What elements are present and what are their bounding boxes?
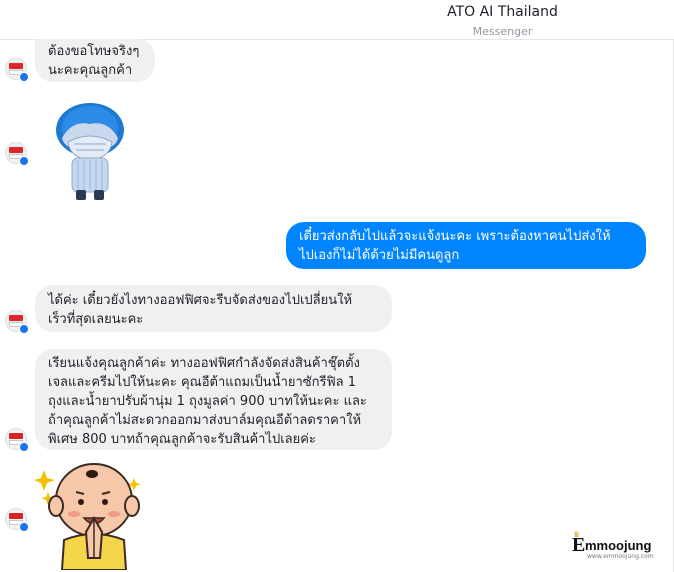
avatar-logo-icon [9, 63, 23, 69]
incoming-message[interactable]: ต้องขอโทษจริงๆ นะคะคุณลูกค้า [35, 39, 155, 82]
message-line: นะคะคุณลูกค้า [48, 63, 133, 78]
messenger-badge-icon [19, 156, 29, 166]
watermark-url: www.emmoojung.com [587, 553, 654, 560]
message-line: ไปเองก็ไม่ได้ด้วยไม่มีคนดูลูก [299, 248, 460, 263]
emmoojung-watermark: ♛ E mmoojung www.emmoojung.com [572, 530, 672, 560]
messenger-badge-icon [19, 442, 29, 452]
conversation-subtitle: Messenger [472, 25, 533, 38]
sender-avatar[interactable] [5, 142, 29, 166]
messenger-badge-icon [19, 324, 29, 334]
watermark-initial: E [572, 534, 586, 556]
avatar-logo-icon [9, 513, 23, 519]
incoming-message[interactable]: เรียนแจ้งคุณลูกค้าค่ะ ทางออฟฟิศกำลังจัดส… [35, 349, 392, 450]
messenger-badge-icon [19, 72, 29, 82]
message-line: เจลและครีมไปให้นะคะ คุณอีต้าแถมเป็นน้ำยา… [48, 375, 357, 390]
message-line: เดี๋ยวส่งกลับไปแล้วจะแจ้งนะคะ เพราะต้องห… [299, 229, 611, 244]
sender-avatar[interactable] [5, 428, 29, 452]
conversation-title[interactable]: ATO AI Thailand [0, 4, 674, 20]
message-line: ได้ค่ะ เดี๋ยวยังไงทางออฟฟิศจะรีบจัดส่งขอ… [48, 293, 353, 308]
message-line: เร็วที่สุดเลยนะคะ [48, 312, 144, 327]
avatar-logo-icon [9, 433, 23, 439]
blue-hair-character-covering-face-sticker[interactable] [52, 100, 128, 206]
bald-man-praying-hands-sticker[interactable] [34, 462, 146, 570]
sender-avatar[interactable] [5, 58, 29, 82]
messenger-badge-icon [19, 522, 29, 532]
message-line: พิเศษ 800 บาทถ้าคุณลูกค้าจะรับสินค้าไปเล… [48, 432, 316, 447]
message-line: ต้องขอโทษจริงๆ [48, 44, 140, 59]
sender-avatar[interactable] [5, 310, 29, 334]
message-line: ถุงและน้ำยาปรับผ้านุ่ม 1 ถุงมูลค่า 900 บ… [48, 394, 367, 409]
message-line: ถ้าคุณลูกค้าไม่สะดวกออกมาส่งบาล์มคุณอีต้… [48, 413, 362, 428]
sender-avatar[interactable] [5, 508, 29, 532]
incoming-message[interactable]: ได้ค่ะ เดี๋ยวยังไงทางออฟฟิศจะรีบจัดส่งขอ… [35, 285, 392, 332]
message-line: เรียนแจ้งคุณลูกค้าค่ะ ทางออฟฟิศกำลังจัดส… [48, 356, 360, 371]
watermark-text: mmoojung [585, 538, 652, 553]
conversation-header: ATO AI Thailand Messenger [0, 0, 674, 40]
avatar-logo-icon [9, 147, 23, 153]
avatar-logo-icon [9, 315, 23, 321]
outgoing-message[interactable]: เดี๋ยวส่งกลับไปแล้วจะแจ้งนะคะ เพราะต้องห… [286, 222, 646, 269]
